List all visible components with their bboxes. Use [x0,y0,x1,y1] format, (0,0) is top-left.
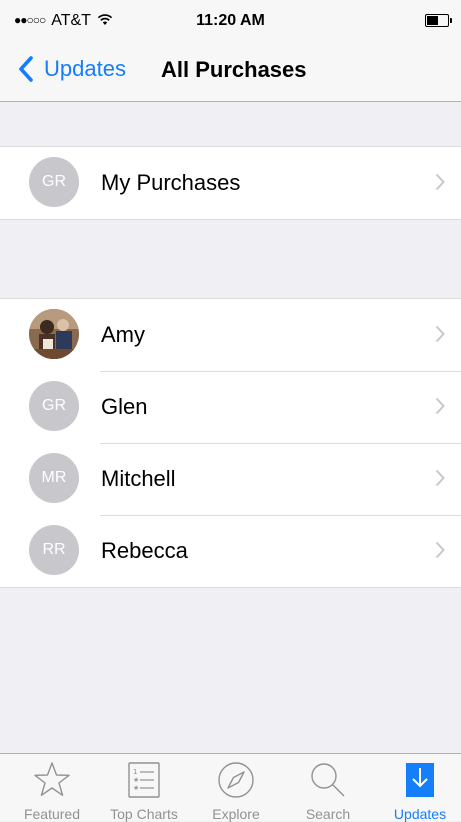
tab-search[interactable]: Search [282,754,374,822]
tab-featured[interactable]: Featured [6,754,98,822]
tab-bar: Featured 1 ★ ★ Top Charts Explore Search [0,753,461,822]
svg-text:★: ★ [133,776,139,784]
star-icon [34,762,70,796]
list-item-label: Amy [101,322,145,347]
tab-updates[interactable]: Updates [374,754,461,822]
download-icon [406,763,434,797]
battery-icon [425,14,452,27]
list-item-amy[interactable]: Amy [0,299,461,371]
list-item-label: Rebecca [101,538,188,563]
svg-text:1: 1 [133,768,137,776]
list-icon: 1 ★ ★ [128,762,160,798]
compass-icon [218,762,254,798]
list-item-label: Mitchell [101,466,176,491]
svg-text:★: ★ [133,784,139,792]
tab-top-charts[interactable]: 1 ★ ★ Top Charts [98,754,190,822]
status-bar: ●●○○○ AT&T 11:20 AM [0,0,461,40]
avatar: GR [29,381,79,431]
list-item-mitchell[interactable]: MR Mitchell [0,443,461,515]
chevron-right-icon [435,173,445,191]
list-item-label: Glen [101,394,148,419]
avatar-initials: RR [42,541,66,558]
chevron-right-icon [435,397,445,415]
chevron-right-icon [435,541,445,559]
tab-explore[interactable]: Explore [190,754,282,822]
search-icon [311,763,345,797]
avatar: RR [29,525,79,575]
list-item-my-purchases[interactable]: GR My Purchases [0,147,461,219]
chevron-right-icon [435,469,445,487]
photo-icon [29,309,79,359]
list-item-glen[interactable]: GR Glen [0,371,461,443]
avatar-initials: MR [41,469,67,486]
purchases-section: GR My Purchases [0,146,461,220]
family-section: Amy GR Glen MR Mitchell RR Rebecca [0,298,461,588]
chevron-right-icon [435,325,445,343]
list-item-rebecca[interactable]: RR Rebecca [0,515,461,587]
avatar-initials: GR [42,173,66,190]
status-time: 11:20 AM [196,12,265,29]
avatar-photo [29,309,79,359]
battery-level [427,16,438,25]
back-label: Updates [44,56,126,81]
back-button[interactable]: Updates [14,54,126,84]
chevron-left-icon [19,56,33,82]
avatar: MR [29,453,79,503]
list-item-label: My Purchases [101,170,241,195]
page-title: All Purchases [161,57,307,82]
navigation-bar: Updates All Purchases [0,40,461,102]
avatar-initials: GR [42,397,66,414]
avatar: GR [29,157,79,207]
